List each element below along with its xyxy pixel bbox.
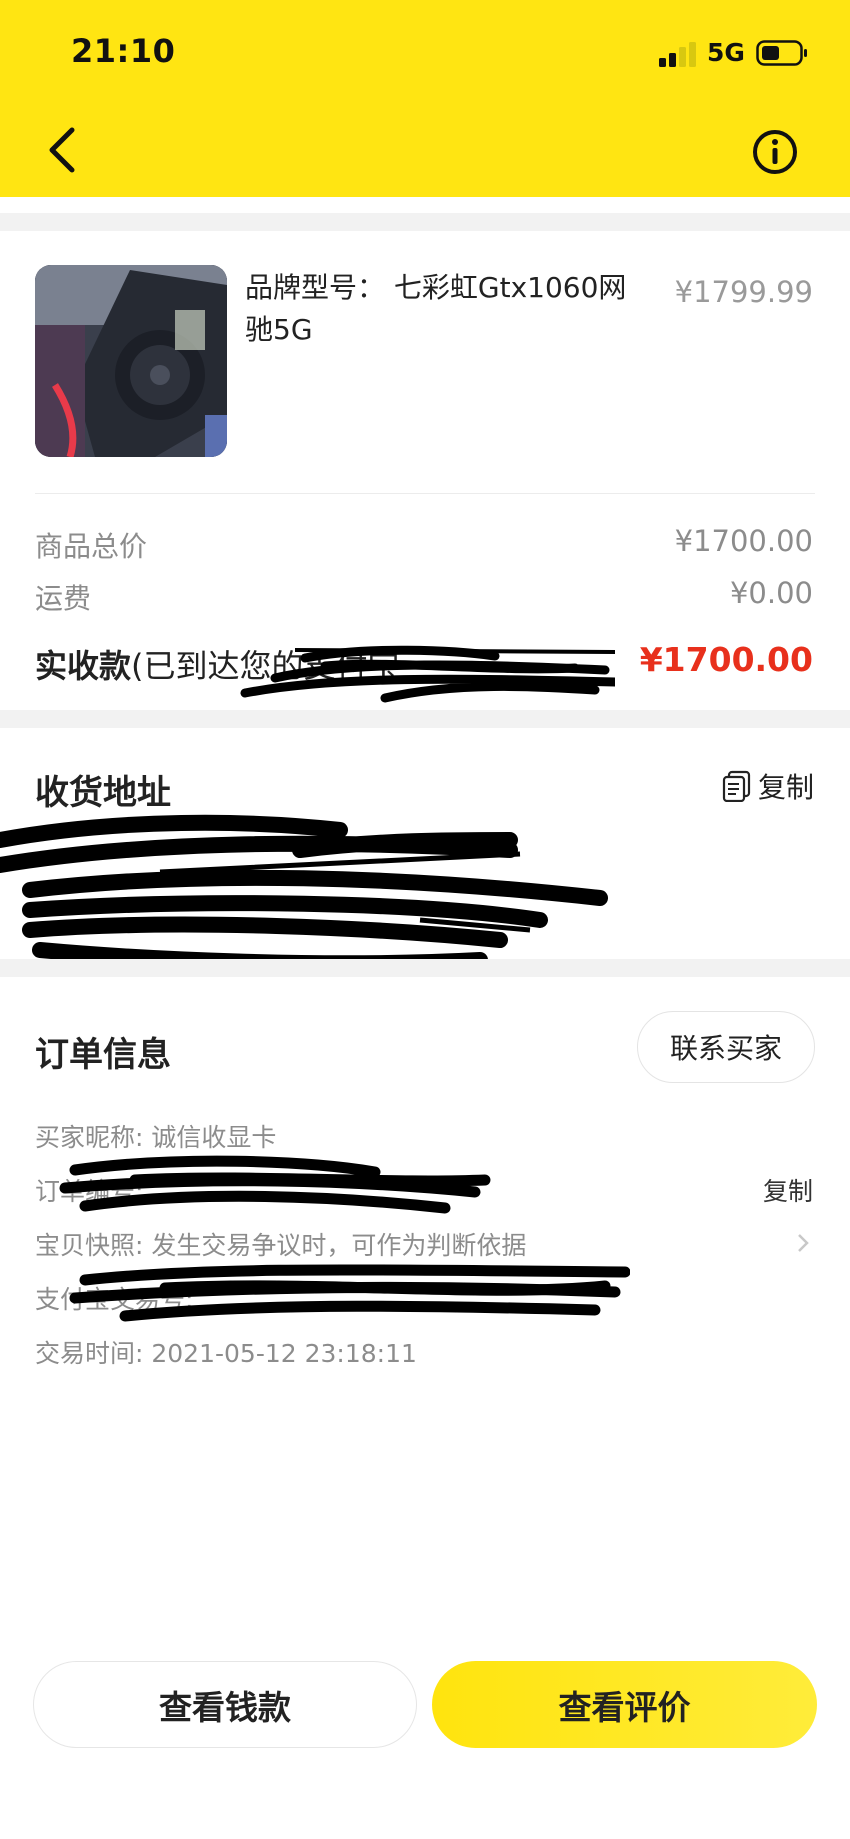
header-bar: 21:10 5G [0,0,850,197]
chevron-right-icon[interactable] [796,1232,810,1254]
goods-total-label: 商品总价 [35,530,148,563]
copy-label: 复制 [757,771,814,804]
product-title[interactable]: 品牌型号： 七彩虹Gtx1060网驰5G [245,267,645,351]
product-thumbnail[interactable] [35,265,227,457]
trade-time: 交易时间: 2021-05-12 23:18:11 [35,1339,417,1368]
divider [35,493,815,494]
goods-total-value: ¥1700.00 [674,524,813,558]
address-redaction [0,814,608,970]
section-divider [0,959,850,977]
section-divider [0,710,850,728]
order-number-label: 订单编号: [35,1177,144,1206]
received-note: (已到达您的支付宝 [131,647,400,685]
snapshot-link[interactable]: 宝贝快照: 发生交易争议时，可作为判断依据 [35,1226,526,1262]
copy-icon [722,770,751,802]
received-amount-label: 实收款(已到达您的支付宝 [35,641,400,687]
product-price: ¥1799.99 [674,275,813,309]
alipay-trade-number: 支付宝交易号: [35,1280,193,1316]
order-number: 订单编号: [35,1172,143,1208]
alipay-trade-label: 支付宝交易号: [35,1285,194,1314]
info-icon[interactable] [751,128,799,176]
status-time: 21:10 [71,32,176,70]
received-title: 实收款 [35,647,132,685]
view-payment-button[interactable]: 查看钱款 [33,1661,417,1748]
section-divider [0,213,850,231]
signal-icon [659,42,696,67]
contact-buyer-button[interactable]: 联系买家 [637,1011,815,1083]
buyer-nickname: 买家昵称: 诚信收显卡 [35,1123,277,1152]
view-review-button[interactable]: 查看评价 [432,1661,817,1748]
copy-address-button[interactable]: 复制 [722,766,814,806]
order-info-title: 订单信息 [35,1035,171,1075]
back-arrow-icon[interactable] [44,122,84,178]
copy-order-button[interactable]: 复制 [763,1172,813,1208]
battery-icon [756,40,807,66]
shipping-label: 运费 [35,582,92,615]
received-amount-value: ¥1700.00 [639,640,813,679]
network-type: 5G [707,38,745,67]
shipping-value: ¥0.00 [729,576,813,610]
address-title: 收货地址 [35,773,171,813]
